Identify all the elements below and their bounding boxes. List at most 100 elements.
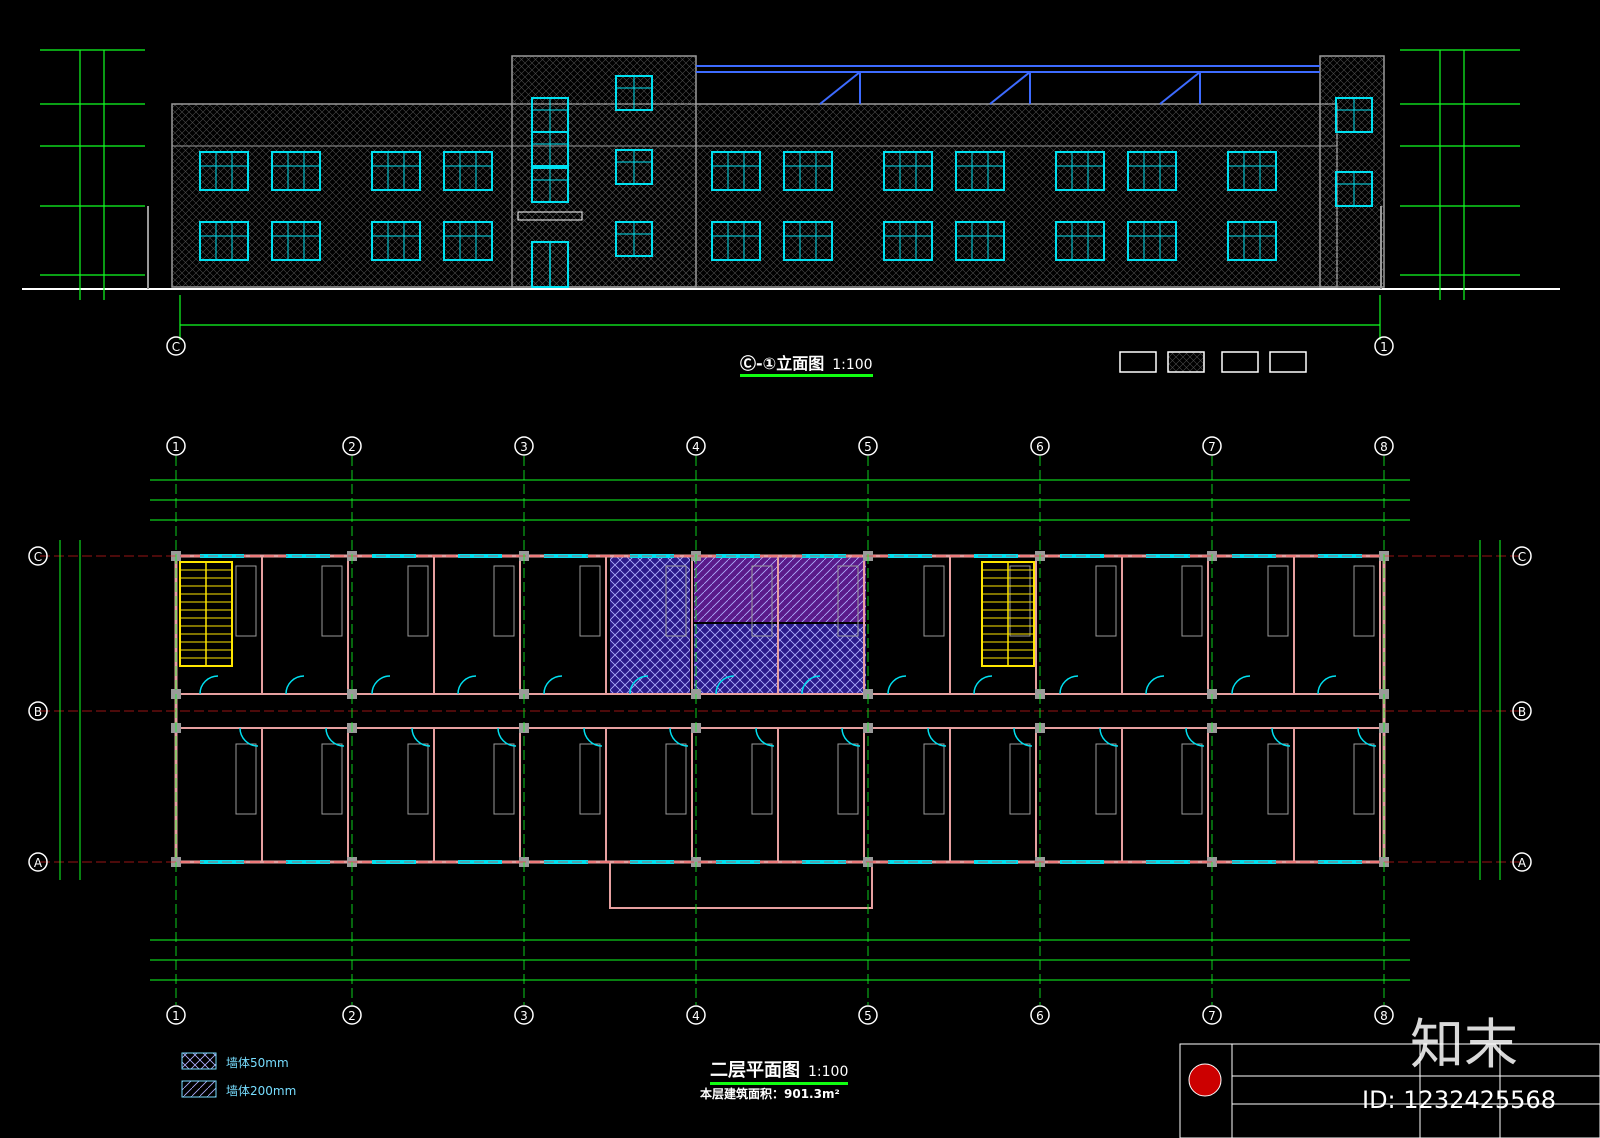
- wardrobe: [837, 743, 859, 815]
- wardrobe: [579, 565, 601, 637]
- plan-area-note: 本层建筑面积：901.3m²: [700, 1087, 840, 1101]
- wardrobe: [407, 565, 429, 637]
- door-swing: [371, 675, 391, 695]
- wardrobe: [493, 743, 515, 815]
- svg-text:1: 1: [172, 440, 180, 454]
- svg-text:A: A: [1518, 856, 1527, 870]
- plan-axis-bubble-col: 5: [858, 436, 878, 456]
- plan-axis-bubble-col: 6: [1030, 436, 1050, 456]
- plan-axis-bubble-col: 1: [166, 436, 186, 456]
- door-swing: [285, 675, 305, 695]
- svg-text:2: 2: [348, 1009, 356, 1023]
- svg-text:B: B: [1518, 705, 1526, 719]
- svg-text:7: 7: [1208, 440, 1216, 454]
- plan-axis-bubble-col: 7: [1202, 436, 1222, 456]
- wardrobe: [1181, 565, 1203, 637]
- svg-text:5: 5: [864, 440, 872, 454]
- elevation-title: Ⓒ-①立面图 1:100: [740, 350, 873, 377]
- wardrobe: [1267, 565, 1289, 637]
- plan-axis-bubble-col: 5: [858, 1005, 878, 1025]
- svg-text:C: C: [1518, 550, 1526, 564]
- svg-text:7: 7: [1208, 1009, 1216, 1023]
- wardrobe: [751, 743, 773, 815]
- svg-text:8: 8: [1380, 1009, 1388, 1023]
- wardrobe: [1095, 743, 1117, 815]
- wardrobe: [923, 743, 945, 815]
- plan-axis-bubble-col: 3: [514, 436, 534, 456]
- door-swing: [583, 727, 603, 747]
- wardrobe: [923, 565, 945, 637]
- watermark-logo: 知末: [1410, 1013, 1518, 1076]
- elevation-axis-bubble-left: C: [166, 336, 186, 356]
- svg-text:B: B: [34, 705, 42, 719]
- plan-axis-bubble-col: 4: [686, 1005, 706, 1025]
- door-swing: [669, 727, 689, 747]
- door-swing: [457, 675, 477, 695]
- door-swing: [1013, 727, 1033, 747]
- svg-text:A: A: [34, 856, 43, 870]
- door-swing: [1271, 727, 1291, 747]
- plan-axis-bubble-col: 3: [514, 1005, 534, 1025]
- door-swing: [1185, 727, 1205, 747]
- wardrobe: [1009, 743, 1031, 815]
- door-swing: [1231, 675, 1251, 695]
- wardrobe: [321, 565, 343, 637]
- door-swing: [1059, 675, 1079, 695]
- plan-axis-bubble-col: 1: [166, 1005, 186, 1025]
- wardrobe: [579, 743, 601, 815]
- plan-axis-bubble-col: 8: [1374, 1005, 1394, 1025]
- door-swing: [239, 727, 259, 747]
- door-swing: [841, 727, 861, 747]
- elevation-axis-bubble-right: 1: [1374, 336, 1394, 356]
- wardrobe: [1267, 743, 1289, 815]
- wardrobe: [1353, 743, 1375, 815]
- watermark-id: ID: 1232425568: [1362, 1086, 1556, 1114]
- material-swatches: [1119, 351, 1307, 373]
- wardrobe: [321, 743, 343, 815]
- floor-plan: 1 1 2 2 3 3 4 4 5 5 6 6 7 7 8 8 C C B B A A: [28, 436, 1532, 1025]
- svg-text:C: C: [34, 550, 42, 564]
- wardrobe: [1353, 565, 1375, 637]
- plan-axis-bubble-col: 7: [1202, 1005, 1222, 1025]
- legend-swatches: [181, 1052, 217, 1098]
- cad-drawing-canvas: C 1 1122334455667788C CB BA A: [22, 49, 1600, 1138]
- door-swing: [1317, 675, 1337, 695]
- stair-right: [981, 561, 1035, 667]
- svg-text:1: 1: [172, 1009, 180, 1023]
- door-swing: [543, 675, 563, 695]
- svg-text:3: 3: [520, 440, 528, 454]
- stair-left: [179, 561, 233, 667]
- door-swing: [1357, 727, 1377, 747]
- door-swing: [497, 727, 517, 747]
- door-swing: [1099, 727, 1119, 747]
- svg-text:C: C: [172, 340, 180, 354]
- svg-text:6: 6: [1036, 1009, 1044, 1023]
- wardrobe: [493, 565, 515, 637]
- door-swing: [973, 675, 993, 695]
- wardrobe: [1095, 565, 1117, 637]
- svg-text:6: 6: [1036, 440, 1044, 454]
- elevation-drawing: [22, 49, 1560, 340]
- door-swing: [325, 727, 345, 747]
- svg-text:8: 8: [1380, 440, 1388, 454]
- plan-axis-bubble-col: 8: [1374, 436, 1394, 456]
- wardrobe: [235, 565, 257, 637]
- svg-text:4: 4: [692, 1009, 700, 1023]
- door-swing: [927, 727, 947, 747]
- svg-text:1: 1: [1380, 340, 1388, 354]
- plan-axis-bubble-col: 2: [342, 436, 362, 456]
- svg-text:3: 3: [520, 1009, 528, 1023]
- door-swing: [411, 727, 431, 747]
- plan-title: 二层平面图 1:100: [710, 1056, 849, 1085]
- svg-text:2: 2: [348, 440, 356, 454]
- plan-axis-bubble-col: 4: [686, 436, 706, 456]
- door-swing: [199, 675, 219, 695]
- wardrobe: [665, 743, 687, 815]
- door-swing: [755, 727, 775, 747]
- plan-axis-bubble-col: 6: [1030, 1005, 1050, 1025]
- legend-label-200: 墙体200mm: [226, 1084, 297, 1098]
- svg-text:5: 5: [864, 1009, 872, 1023]
- plan-axis-bubble-col: 2: [342, 1005, 362, 1025]
- door-swing: [887, 675, 907, 695]
- wardrobe: [407, 743, 429, 815]
